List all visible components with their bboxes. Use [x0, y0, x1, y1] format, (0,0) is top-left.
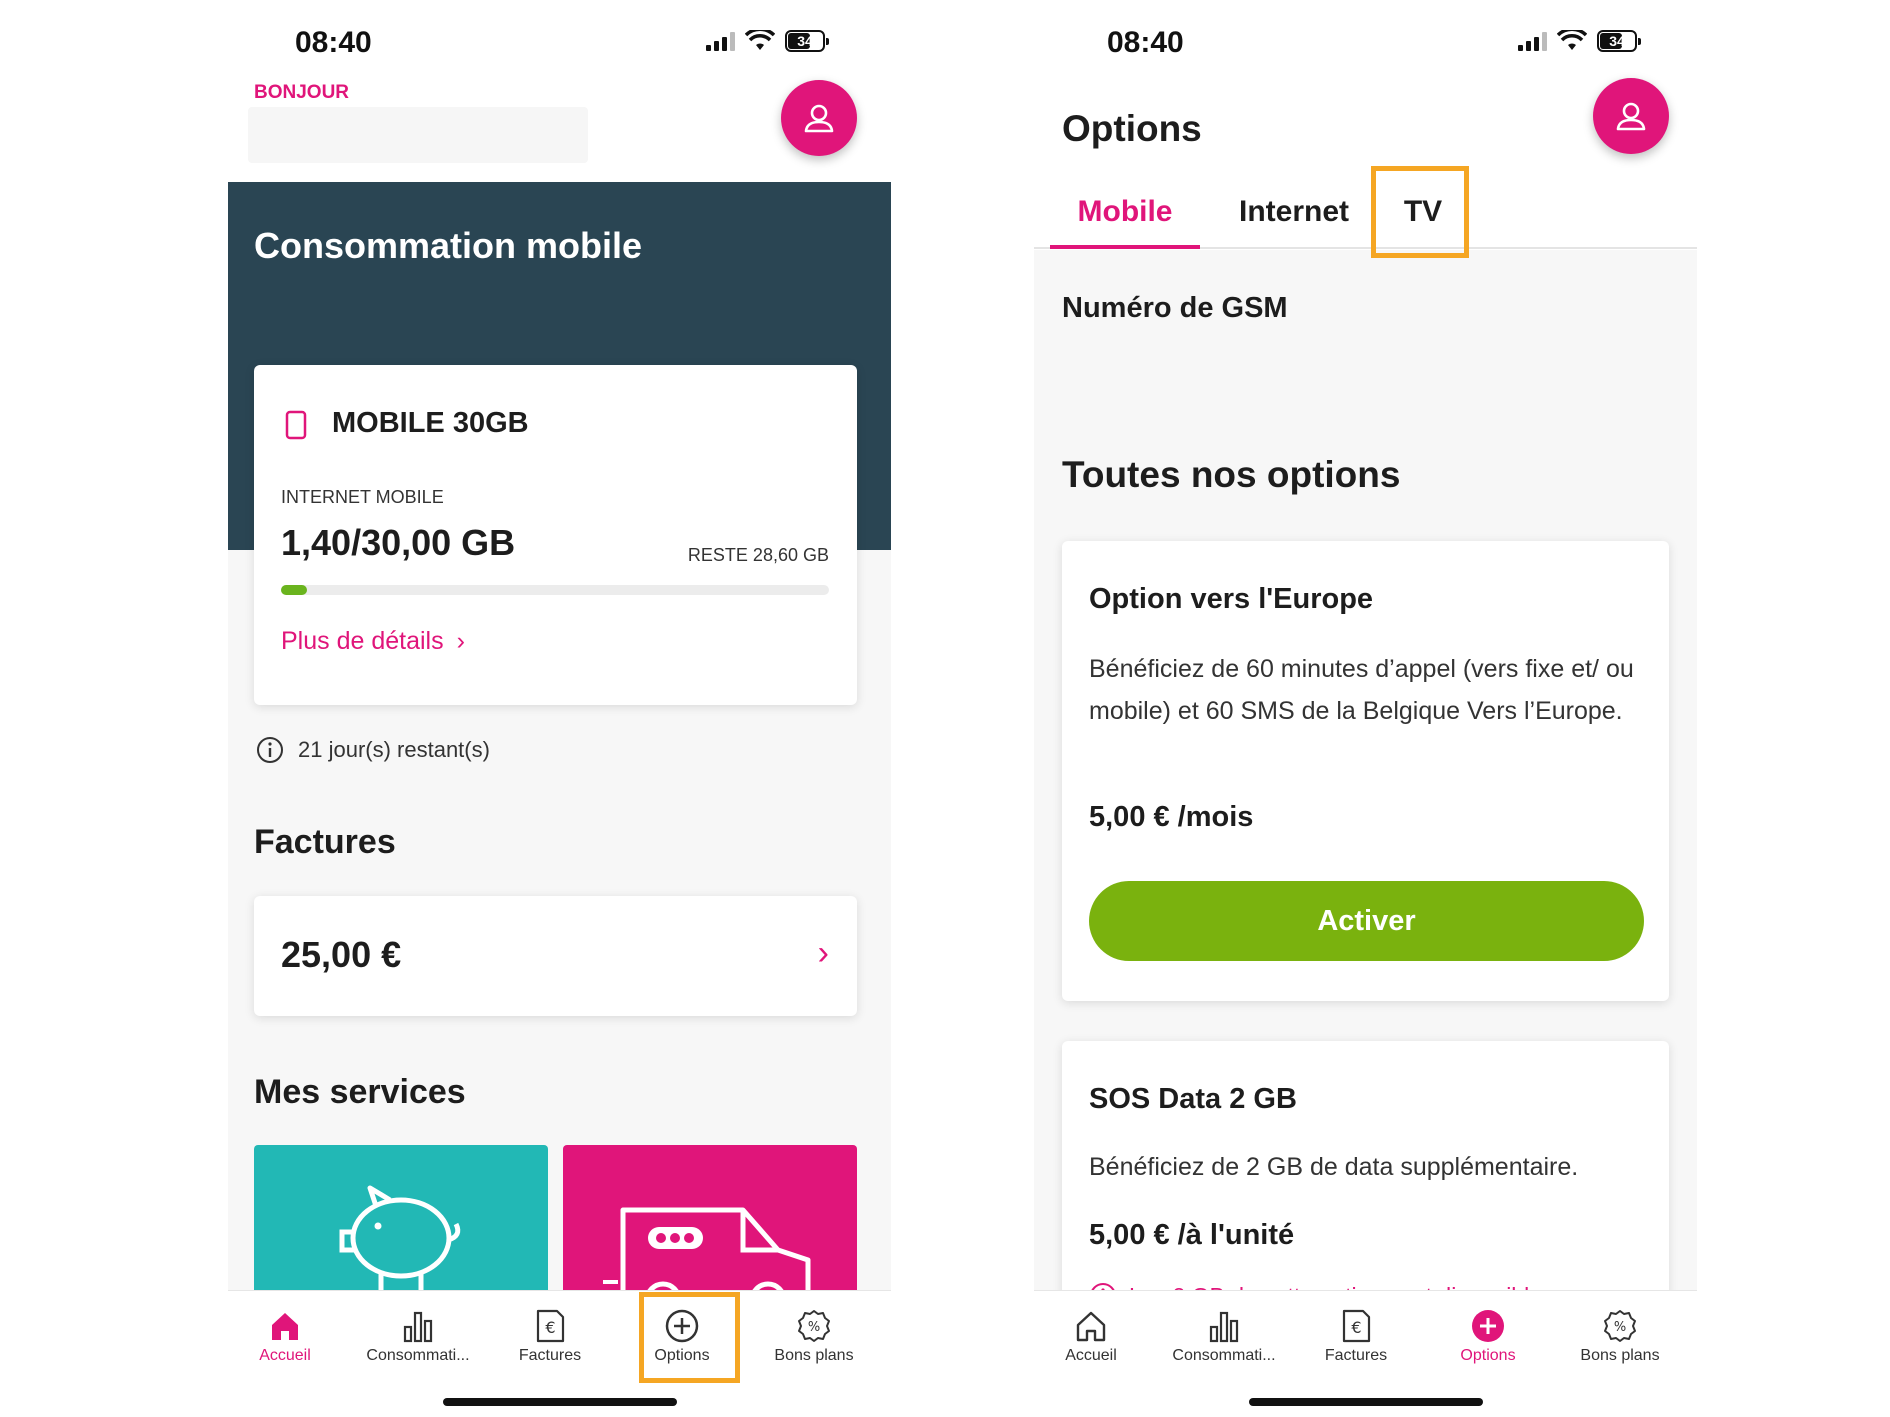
option-title: Option vers l'Europe — [1089, 583, 1374, 615]
plan-name: MOBILE 30GB — [332, 407, 529, 439]
bottom-tab-bar: Accueil Consommati... € Factures Options… — [228, 1290, 891, 1417]
user-name-placeholder — [248, 107, 588, 163]
info-icon — [257, 737, 283, 763]
days-remaining-row: 21 jour(s) restant(s) — [256, 736, 490, 764]
tab-mobile-label: Mobile — [1077, 195, 1173, 228]
signal-icon — [1518, 31, 1547, 51]
banner-title: Consommation mobile — [254, 225, 643, 266]
svg-text:€: € — [1351, 1318, 1361, 1337]
option-description: Bénéficiez de 2 GB de data supplémentair… — [1089, 1153, 1579, 1181]
svg-text:%: % — [808, 1320, 820, 1335]
page-title: Options — [1062, 108, 1202, 149]
option-description: Bénéficiez de 60 minutes d’appel (vers f… — [1089, 655, 1634, 725]
details-link-label: Plus de détails — [281, 627, 444, 655]
activate-button[interactable]: Activer — [1089, 881, 1644, 961]
tab-label: Options — [1460, 1347, 1516, 1364]
piggy-bank-icon — [339, 1185, 461, 1290]
battery-icon: 34 — [785, 30, 829, 52]
usage-progress-bar — [281, 585, 829, 595]
profile-avatar-button[interactable] — [781, 80, 857, 156]
active-tab-underline — [1050, 245, 1200, 249]
remaining-value: RESTE 28,60 GB — [687, 545, 829, 565]
highlight-options-tab — [639, 1292, 740, 1383]
highlight-tv-tab — [1371, 166, 1469, 258]
home-icon — [272, 1313, 298, 1340]
profile-avatar-button[interactable] — [1593, 78, 1669, 154]
status-time: 08:40 — [295, 26, 372, 59]
invoice-icon: € — [1342, 1309, 1371, 1343]
svg-text:%: % — [1614, 1320, 1626, 1335]
svg-text:€: € — [545, 1318, 555, 1337]
invoice-icon: € — [536, 1309, 565, 1343]
tab-options[interactable]: Options — [1428, 1305, 1548, 1365]
tab-bons-plans[interactable]: % Bons plans — [1560, 1305, 1680, 1365]
tab-label: Factures — [518, 1347, 582, 1364]
phone-icon — [285, 410, 307, 440]
home-indicator — [1248, 1398, 1483, 1406]
status-icons: 34 — [1518, 30, 1641, 52]
services-title: Mes services — [254, 1073, 466, 1111]
usage-progress-fill — [281, 585, 307, 595]
option-title: SOS Data 2 GB — [1089, 1083, 1297, 1115]
tab-label: Bons plans — [1580, 1347, 1660, 1364]
chevron-right-icon: › — [817, 934, 829, 972]
battery-icon: 34 — [1597, 30, 1641, 52]
service-tile-savings[interactable] — [254, 1145, 548, 1305]
tab-label: Consommati... — [366, 1347, 470, 1364]
tab-label: Factures — [1324, 1347, 1388, 1364]
plan-card: MOBILE 30GB INTERNET MOBILE 1,40/30,00 G… — [254, 365, 857, 705]
internet-label: INTERNET MOBILE — [281, 487, 444, 507]
home-screen: 08:40 34 BONJOUR Consommation mobile MOB… — [228, 0, 891, 1417]
tab-internet[interactable]: Internet — [1214, 195, 1374, 229]
discount-icon: % — [1604, 1310, 1636, 1342]
user-icon — [1616, 102, 1646, 131]
user-icon — [804, 104, 834, 133]
bottom-tab-bar: Accueil Consommati... € Factures Options… — [1034, 1290, 1697, 1417]
option-card-europe: Option vers l'Europe Bénéficiez de 60 mi… — [1062, 541, 1669, 1001]
usage-value: 1,40/30,00 GB — [281, 522, 516, 563]
status-icons: 34 — [706, 30, 829, 52]
tab-accueil[interactable]: Accueil — [228, 1305, 345, 1365]
invoice-card[interactable]: 25,00 € › — [254, 896, 857, 1016]
signal-icon — [706, 31, 735, 51]
invoices-title: Factures — [254, 823, 396, 861]
home-icon — [1076, 1311, 1106, 1342]
discount-icon: % — [798, 1310, 830, 1342]
tab-bons-plans[interactable]: % Bons plans — [754, 1305, 874, 1365]
greeting-label: BONJOUR — [254, 82, 350, 103]
option-price: 5,00 € /à l'unité — [1089, 1219, 1295, 1251]
tab-factures[interactable]: € Factures — [490, 1305, 610, 1365]
all-options-title: Toutes nos options — [1062, 454, 1401, 495]
tab-factures[interactable]: € Factures — [1296, 1305, 1416, 1365]
tab-label: Accueil — [1065, 1347, 1117, 1364]
bar-chart-icon — [1209, 1311, 1239, 1343]
wifi-icon — [1557, 30, 1587, 50]
wifi-icon — [745, 30, 775, 50]
plus-circle-icon — [1472, 1310, 1504, 1342]
tab-consommation[interactable]: Consommati... — [358, 1305, 478, 1365]
status-time: 08:40 — [1107, 26, 1184, 59]
tab-label: Bons plans — [774, 1347, 854, 1364]
home-indicator — [442, 1398, 677, 1406]
tab-mobile[interactable]: Mobile — [1050, 180, 1200, 249]
days-remaining-text: 21 jour(s) restant(s) — [298, 737, 490, 762]
invoice-amount: 25,00 € — [281, 934, 402, 975]
details-link[interactable]: Plus de détails › — [281, 627, 465, 656]
option-price: 5,00 € /mois — [1089, 801, 1254, 833]
tab-accueil[interactable]: Accueil — [1034, 1305, 1151, 1365]
tab-consommation[interactable]: Consommati... — [1164, 1305, 1284, 1365]
service-tile-delivery[interactable] — [563, 1145, 857, 1305]
chevron-right-icon: › — [456, 627, 465, 655]
bar-chart-icon — [403, 1311, 433, 1343]
options-screen: 08:40 34 Options Mobile Internet TV Numé… — [1034, 0, 1697, 1417]
tab-label: Consommati... — [1172, 1347, 1276, 1364]
tab-label: Accueil — [259, 1347, 311, 1364]
gsm-label: Numéro de GSM — [1062, 292, 1288, 324]
